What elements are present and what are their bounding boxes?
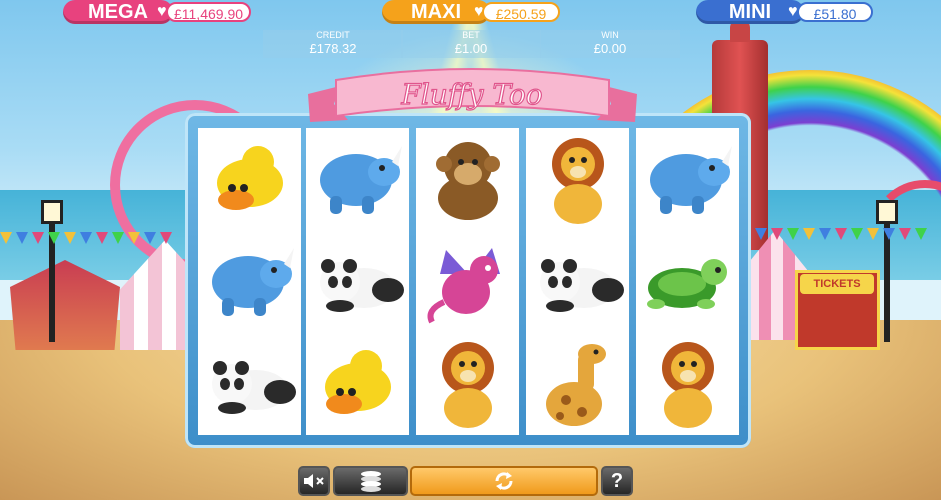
coin-stack-icon xyxy=(360,471,381,492)
symbol-lion xyxy=(526,128,629,230)
win-display: WIN £0.00 xyxy=(540,30,680,58)
help-button[interactable]: ? xyxy=(601,466,633,496)
spin-arrows-icon xyxy=(495,472,513,490)
mute-button[interactable] xyxy=(298,466,330,496)
symbol-rhino xyxy=(306,128,409,230)
reel-1 xyxy=(198,128,301,435)
jackpot-maxi-value: £250.59 xyxy=(482,2,560,22)
symbol-dragon xyxy=(416,230,519,332)
help-label: ? xyxy=(610,469,624,492)
stake-button[interactable] xyxy=(333,466,408,496)
game-title: Fluffy Too xyxy=(400,78,542,111)
reel-3 xyxy=(416,128,519,435)
speaker-mute-icon xyxy=(304,474,324,488)
bunting-left xyxy=(0,232,172,244)
symbol-turtle xyxy=(636,230,739,332)
reel-5 xyxy=(636,128,739,435)
symbol-rhino xyxy=(198,230,301,332)
credit-label: CREDIT xyxy=(316,30,350,40)
symbol-panda xyxy=(306,230,409,332)
credit-value: £178.32 xyxy=(309,41,357,56)
reel-2 xyxy=(306,128,409,435)
symbol-giraffe xyxy=(526,332,629,434)
credit-display: CREDIT £178.32 xyxy=(263,30,403,58)
win-value: £0.00 xyxy=(593,41,627,56)
symbol-rhino xyxy=(636,128,739,230)
spin-button[interactable] xyxy=(410,466,598,496)
jackpot-mini-value: £51.80 xyxy=(797,2,873,22)
tickets-sign: TICKETS xyxy=(800,274,874,294)
symbol-panda xyxy=(198,332,301,434)
symbol-panda xyxy=(526,230,629,332)
bet-display: BET £1.00 xyxy=(401,30,541,58)
symbol-duck xyxy=(306,332,409,434)
symbol-lion xyxy=(636,332,739,434)
symbol-duck xyxy=(198,128,301,230)
bet-label: BET xyxy=(462,30,480,40)
bunting-right xyxy=(755,228,927,240)
symbol-monkey xyxy=(416,128,519,230)
title-banner: Fluffy Too xyxy=(308,68,637,122)
lamp-post-right xyxy=(876,200,898,342)
bet-value: £1.00 xyxy=(454,41,488,56)
reel-4 xyxy=(526,128,629,435)
symbol-lion xyxy=(416,332,519,434)
jackpot-mega-value: £11,469.90 xyxy=(166,2,251,22)
win-label: WIN xyxy=(601,30,619,40)
